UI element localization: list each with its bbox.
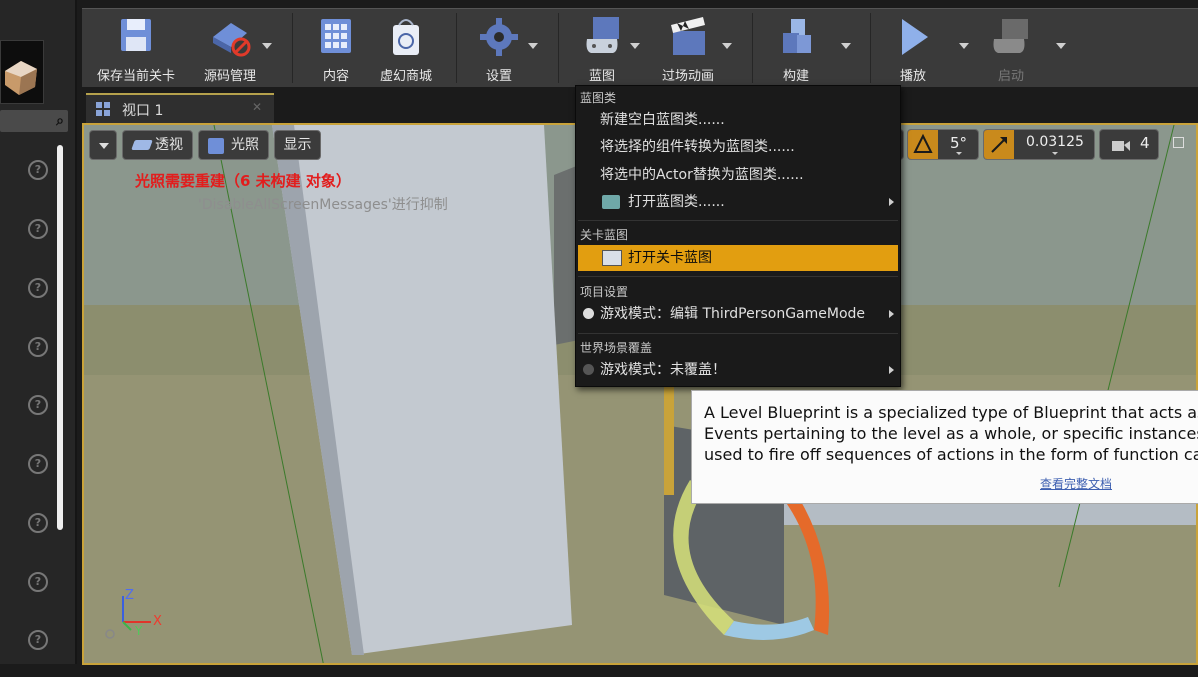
show-button[interactable]: 显示	[274, 130, 321, 160]
help-icon[interactable]: ?	[28, 219, 48, 239]
tooltip-line: A Level Blueprint is a specialized type …	[704, 403, 1198, 422]
menu-item-new-empty-blueprint[interactable]: 新建空白蓝图类......	[578, 107, 898, 133]
source-control-dropdown-icon[interactable]	[262, 43, 272, 49]
search-icon: ⌕	[56, 113, 64, 129]
menu-section-world-override: 世界场景覆盖	[580, 341, 653, 355]
toolbar-separator	[292, 13, 293, 83]
marketplace-button[interactable]: 虚幻商城	[372, 9, 440, 87]
clapperboard-icon	[671, 17, 705, 55]
content-button[interactable]: 内容	[304, 9, 368, 87]
level-blueprint-icon	[602, 250, 622, 266]
suppress-message-text: 'DisableAllScreenMessages'进行抑制	[198, 197, 448, 213]
menu-section-project-settings: 项目设置	[580, 285, 629, 299]
cinematics-dropdown-icon[interactable]	[722, 43, 732, 49]
tab-viewport-1[interactable]: 视口 1 ✕	[86, 93, 274, 123]
close-icon[interactable]: ✕	[252, 100, 262, 114]
axis-gizmo: Z X Y	[105, 588, 175, 643]
menu-item-open-level-blueprint[interactable]: 打开关卡蓝图	[578, 245, 898, 271]
help-icon[interactable]: ?	[28, 395, 48, 415]
blueprints-dropdown-icon[interactable]	[630, 43, 640, 49]
rotation-snap-control[interactable]: 5°	[907, 129, 979, 160]
help-icon[interactable]: ?	[28, 630, 48, 650]
radio-icon	[583, 308, 594, 319]
submenu-arrow-icon	[889, 198, 894, 206]
scale-snap-control[interactable]: 0.03125	[983, 129, 1095, 160]
blueprints-button[interactable]: 蓝图	[568, 9, 636, 87]
view-mode-button[interactable]: 透视	[122, 130, 193, 160]
build-button[interactable]: 构建	[762, 9, 830, 87]
level-blueprint-tooltip: A Level Blueprint is a specialized type …	[691, 390, 1198, 504]
launch-icon	[993, 19, 1028, 53]
play-button[interactable]: 播放	[880, 9, 946, 87]
lighting-mode-button[interactable]: 光照	[198, 130, 269, 160]
full-documentation-link[interactable]: 查看完整文档	[1040, 475, 1112, 492]
help-icon[interactable]: ?	[28, 337, 48, 357]
submenu-arrow-icon	[889, 366, 894, 374]
lit-cube-icon	[208, 138, 224, 154]
settings-dropdown-icon[interactable]	[528, 43, 538, 49]
build-dropdown-icon[interactable]	[841, 43, 851, 49]
help-icon[interactable]: ?	[28, 513, 48, 533]
camera-speed-control[interactable]: 4	[1099, 129, 1159, 160]
menu-item-convert-components[interactable]: 将选择的组件转换为蓝图类......	[578, 134, 898, 160]
chevron-down-icon	[956, 152, 962, 155]
menu-item-replace-actor[interactable]: 将选中的Actor替换为蓝图类......	[578, 162, 898, 188]
tab-label: 视口 1	[122, 103, 164, 119]
menu-item-game-mode-edit[interactable]: 游戏模式：编辑 ThirdPersonGameMode	[578, 301, 898, 327]
cinematics-button[interactable]: 过场动画	[648, 9, 728, 87]
help-icon[interactable]: ?	[28, 278, 48, 298]
chevron-down-icon	[99, 143, 109, 149]
tooltip-line: Events pertaining to the level as a whol…	[704, 424, 1198, 443]
gear-icon	[480, 18, 518, 56]
launch-dropdown-icon[interactable]	[1056, 43, 1066, 49]
build-icon	[783, 19, 811, 53]
scale-snap-icon[interactable]	[984, 130, 1014, 159]
marketplace-icon	[393, 19, 419, 55]
toolbar-separator	[752, 13, 753, 83]
menu-divider	[578, 220, 898, 221]
rotation-snap-icon[interactable]	[908, 130, 938, 159]
menu-item-game-mode-override[interactable]: 游戏模式：未覆盖！	[578, 357, 898, 383]
details-search-input[interactable]: ⌕	[0, 110, 68, 132]
camera-icon	[1112, 141, 1130, 151]
details-scrollbar[interactable]	[57, 145, 63, 530]
viewport-options-button[interactable]	[89, 130, 117, 160]
actor-thumbnail[interactable]	[0, 40, 44, 104]
lighting-warning-text: 光照需要重建（6 未构建 对象）	[135, 172, 351, 190]
settings-button[interactable]: 设置	[466, 9, 532, 87]
submenu-arrow-icon	[889, 310, 894, 318]
toolbar-separator	[870, 13, 871, 83]
source-control-button[interactable]: 源码管理	[190, 9, 270, 87]
menu-item-open-blueprint-class[interactable]: 打开蓝图类......	[578, 189, 898, 215]
maximize-viewport-button[interactable]	[1168, 129, 1190, 160]
menu-section-blueprint-class: 蓝图类	[580, 91, 617, 105]
chevron-down-icon	[1052, 152, 1058, 155]
tooltip-line: used to fire off sequences of actions in…	[704, 445, 1198, 464]
main-toolbar: 保存当前关卡 源码管理 内容 虚幻商城 设置 蓝图 过场动画 构建 播放 启动	[82, 8, 1198, 87]
content-icon	[321, 19, 351, 53]
radio-icon	[583, 364, 594, 375]
help-icon[interactable]: ?	[28, 160, 48, 180]
source-control-icon	[213, 23, 251, 57]
toolbar-separator	[558, 13, 559, 83]
maximize-icon	[1173, 137, 1184, 148]
play-icon	[902, 19, 928, 55]
save-icon	[121, 19, 151, 51]
blueprints-menu: 蓝图类 新建空白蓝图类...... 将选择的组件转换为蓝图类...... 将选中…	[575, 85, 901, 387]
menu-divider	[578, 333, 898, 334]
perspective-icon	[131, 140, 153, 150]
help-icon[interactable]: ?	[28, 454, 48, 474]
menu-divider	[578, 276, 898, 277]
toolbar-separator	[456, 13, 457, 83]
blueprint-class-icon	[602, 195, 620, 209]
blueprint-icon	[586, 17, 619, 53]
save-button[interactable]: 保存当前关卡	[88, 9, 184, 87]
menu-section-level-blueprint: 关卡蓝图	[580, 228, 629, 242]
play-dropdown-icon[interactable]	[959, 43, 969, 49]
viewport-grid-icon	[96, 102, 110, 116]
help-icon[interactable]: ?	[28, 572, 48, 592]
launch-button[interactable]: 启动	[976, 9, 1046, 87]
